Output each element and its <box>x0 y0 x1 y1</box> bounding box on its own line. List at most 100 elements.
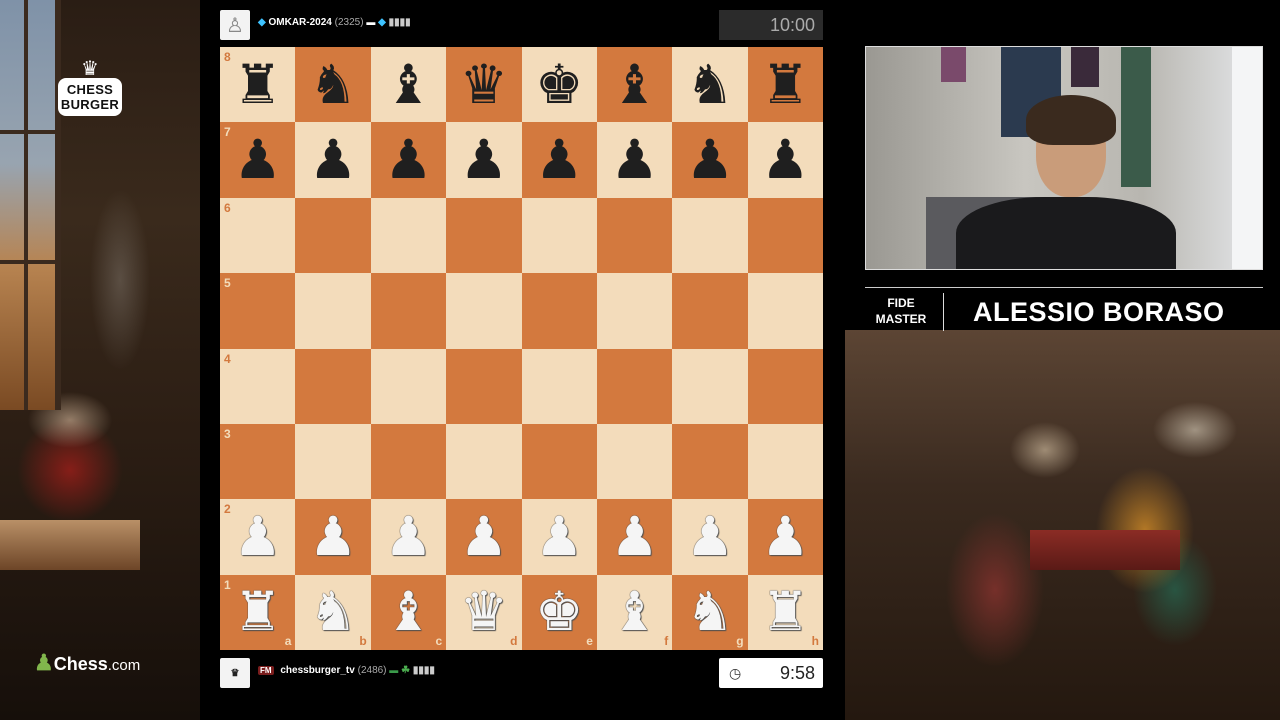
black-bishop-piece[interactable]: ♝ <box>610 57 658 112</box>
square-c3[interactable] <box>370 423 447 500</box>
black-knight-piece[interactable]: ♞ <box>686 57 734 112</box>
square-b3[interactable] <box>295 423 371 500</box>
square-f6[interactable] <box>596 197 673 274</box>
square-a4[interactable]: 4 <box>220 348 296 424</box>
square-c8[interactable]: ♝ <box>370 47 447 123</box>
square-f8[interactable]: ♝ <box>596 47 673 123</box>
square-e2[interactable]: ♟ <box>521 499 597 575</box>
square-a1[interactable]: 1 a ♜ <box>220 574 296 650</box>
square-c4[interactable] <box>370 348 447 424</box>
bottom-player-avatar[interactable]: ♛ <box>220 658 250 688</box>
square-e7[interactable]: ♟ <box>521 122 597 198</box>
white-bishop-piece[interactable]: ♝ <box>610 585 658 639</box>
square-e1[interactable]: e ♚ <box>521 574 597 650</box>
square-a3[interactable]: 3 <box>220 423 296 500</box>
square-d7[interactable]: ♟ <box>446 122 522 198</box>
square-d4[interactable] <box>446 348 522 424</box>
black-pawn-piece[interactable]: ♟ <box>384 133 432 187</box>
square-e5[interactable] <box>521 273 597 349</box>
square-a2[interactable]: 2 ♟ <box>220 499 296 575</box>
square-c5[interactable] <box>370 273 447 349</box>
square-h6[interactable] <box>747 197 823 274</box>
black-queen-piece[interactable]: ♛ <box>460 57 508 112</box>
square-c2[interactable]: ♟ <box>370 499 447 575</box>
square-f1[interactable]: f ♝ <box>596 574 673 650</box>
square-h7[interactable]: ♟ <box>747 122 823 198</box>
chess-board[interactable]: 8 ♜ ♞ ♝ ♛ ♚ ♝ ♞ ♜ 7 ♟ ♟ ♟ ♟ ♟ ♟ ♟ ♟ 6 5 4 3 2 ♟ ♟ ♟ ♟ ♟ ♟ ♟ ♟ 1 a ♜ b ♞ c ♝ d ♛… <box>220 47 823 650</box>
square-b6[interactable] <box>295 197 371 274</box>
square-a7[interactable]: 7 ♟ <box>220 122 296 198</box>
square-c1[interactable]: c ♝ <box>370 574 447 650</box>
square-a5[interactable]: 5 <box>220 273 296 349</box>
square-g3[interactable] <box>672 423 748 500</box>
white-rook-piece[interactable]: ♜ <box>761 585 809 639</box>
square-g8[interactable]: ♞ <box>672 47 748 123</box>
square-d2[interactable]: ♟ <box>446 499 522 575</box>
square-a8[interactable]: 8 ♜ <box>220 47 296 123</box>
square-g5[interactable] <box>672 273 748 349</box>
square-f5[interactable] <box>596 273 673 349</box>
square-h2[interactable]: ♟ <box>747 499 823 575</box>
black-bishop-piece[interactable]: ♝ <box>384 57 432 112</box>
square-e6[interactable] <box>521 197 597 274</box>
white-bishop-piece[interactable]: ♝ <box>384 585 432 639</box>
square-f4[interactable] <box>596 348 673 424</box>
square-c6[interactable] <box>370 197 447 274</box>
bottom-player-name[interactable]: chessburger_tv <box>280 665 354 676</box>
black-pawn-piece[interactable]: ♟ <box>460 133 508 187</box>
white-knight-piece[interactable]: ♞ <box>309 585 357 639</box>
white-pawn-piece[interactable]: ♟ <box>686 509 734 564</box>
square-b4[interactable] <box>295 348 371 424</box>
top-player-avatar[interactable]: ♙ <box>220 10 250 40</box>
black-pawn-piece[interactable]: ♟ <box>761 133 809 187</box>
square-d6[interactable] <box>446 197 522 274</box>
top-player-name[interactable]: OMKAR-2024 <box>268 17 331 28</box>
black-pawn-piece[interactable]: ♟ <box>309 133 357 187</box>
square-g7[interactable]: ♟ <box>672 122 748 198</box>
white-pawn-piece[interactable]: ♟ <box>610 509 658 564</box>
white-queen-piece[interactable]: ♛ <box>460 585 508 639</box>
square-g6[interactable] <box>672 197 748 274</box>
square-d5[interactable] <box>446 273 522 349</box>
square-g1[interactable]: g ♞ <box>672 574 748 650</box>
black-rook-piece[interactable]: ♜ <box>233 57 281 112</box>
white-knight-piece[interactable]: ♞ <box>686 585 734 639</box>
square-b1[interactable]: b ♞ <box>295 574 371 650</box>
square-e3[interactable] <box>521 423 597 500</box>
white-pawn-piece[interactable]: ♟ <box>460 509 508 564</box>
white-rook-piece[interactable]: ♜ <box>233 585 281 639</box>
square-h8[interactable]: ♜ <box>747 47 823 123</box>
white-pawn-piece[interactable]: ♟ <box>535 509 583 564</box>
white-pawn-piece[interactable]: ♟ <box>761 509 809 564</box>
black-pawn-piece[interactable]: ♟ <box>686 133 734 187</box>
square-d3[interactable] <box>446 423 522 500</box>
square-b5[interactable] <box>295 273 371 349</box>
square-d8[interactable]: ♛ <box>446 47 522 123</box>
square-h5[interactable] <box>747 273 823 349</box>
square-f3[interactable] <box>596 423 673 500</box>
white-pawn-piece[interactable]: ♟ <box>233 509 281 564</box>
white-king-piece[interactable]: ♚ <box>535 585 583 639</box>
black-king-piece[interactable]: ♚ <box>535 57 583 112</box>
square-h4[interactable] <box>747 348 823 424</box>
square-f7[interactable]: ♟ <box>596 122 673 198</box>
square-h3[interactable] <box>747 423 823 500</box>
square-a6[interactable]: 6 <box>220 197 296 274</box>
square-g4[interactable] <box>672 348 748 424</box>
black-pawn-piece[interactable]: ♟ <box>610 133 658 187</box>
black-pawn-piece[interactable]: ♟ <box>535 133 583 187</box>
black-knight-piece[interactable]: ♞ <box>309 57 357 112</box>
square-f2[interactable]: ♟ <box>596 499 673 575</box>
white-pawn-piece[interactable]: ♟ <box>309 509 357 564</box>
square-h1[interactable]: h ♜ <box>747 574 823 650</box>
square-e4[interactable] <box>521 348 597 424</box>
black-pawn-piece[interactable]: ♟ <box>233 133 281 187</box>
square-c7[interactable]: ♟ <box>370 122 447 198</box>
square-d1[interactable]: d ♛ <box>446 574 522 650</box>
square-b2[interactable]: ♟ <box>295 499 371 575</box>
white-pawn-piece[interactable]: ♟ <box>384 509 432 564</box>
square-b8[interactable]: ♞ <box>295 47 371 123</box>
square-b7[interactable]: ♟ <box>295 122 371 198</box>
black-rook-piece[interactable]: ♜ <box>761 57 809 112</box>
square-g2[interactable]: ♟ <box>672 499 748 575</box>
